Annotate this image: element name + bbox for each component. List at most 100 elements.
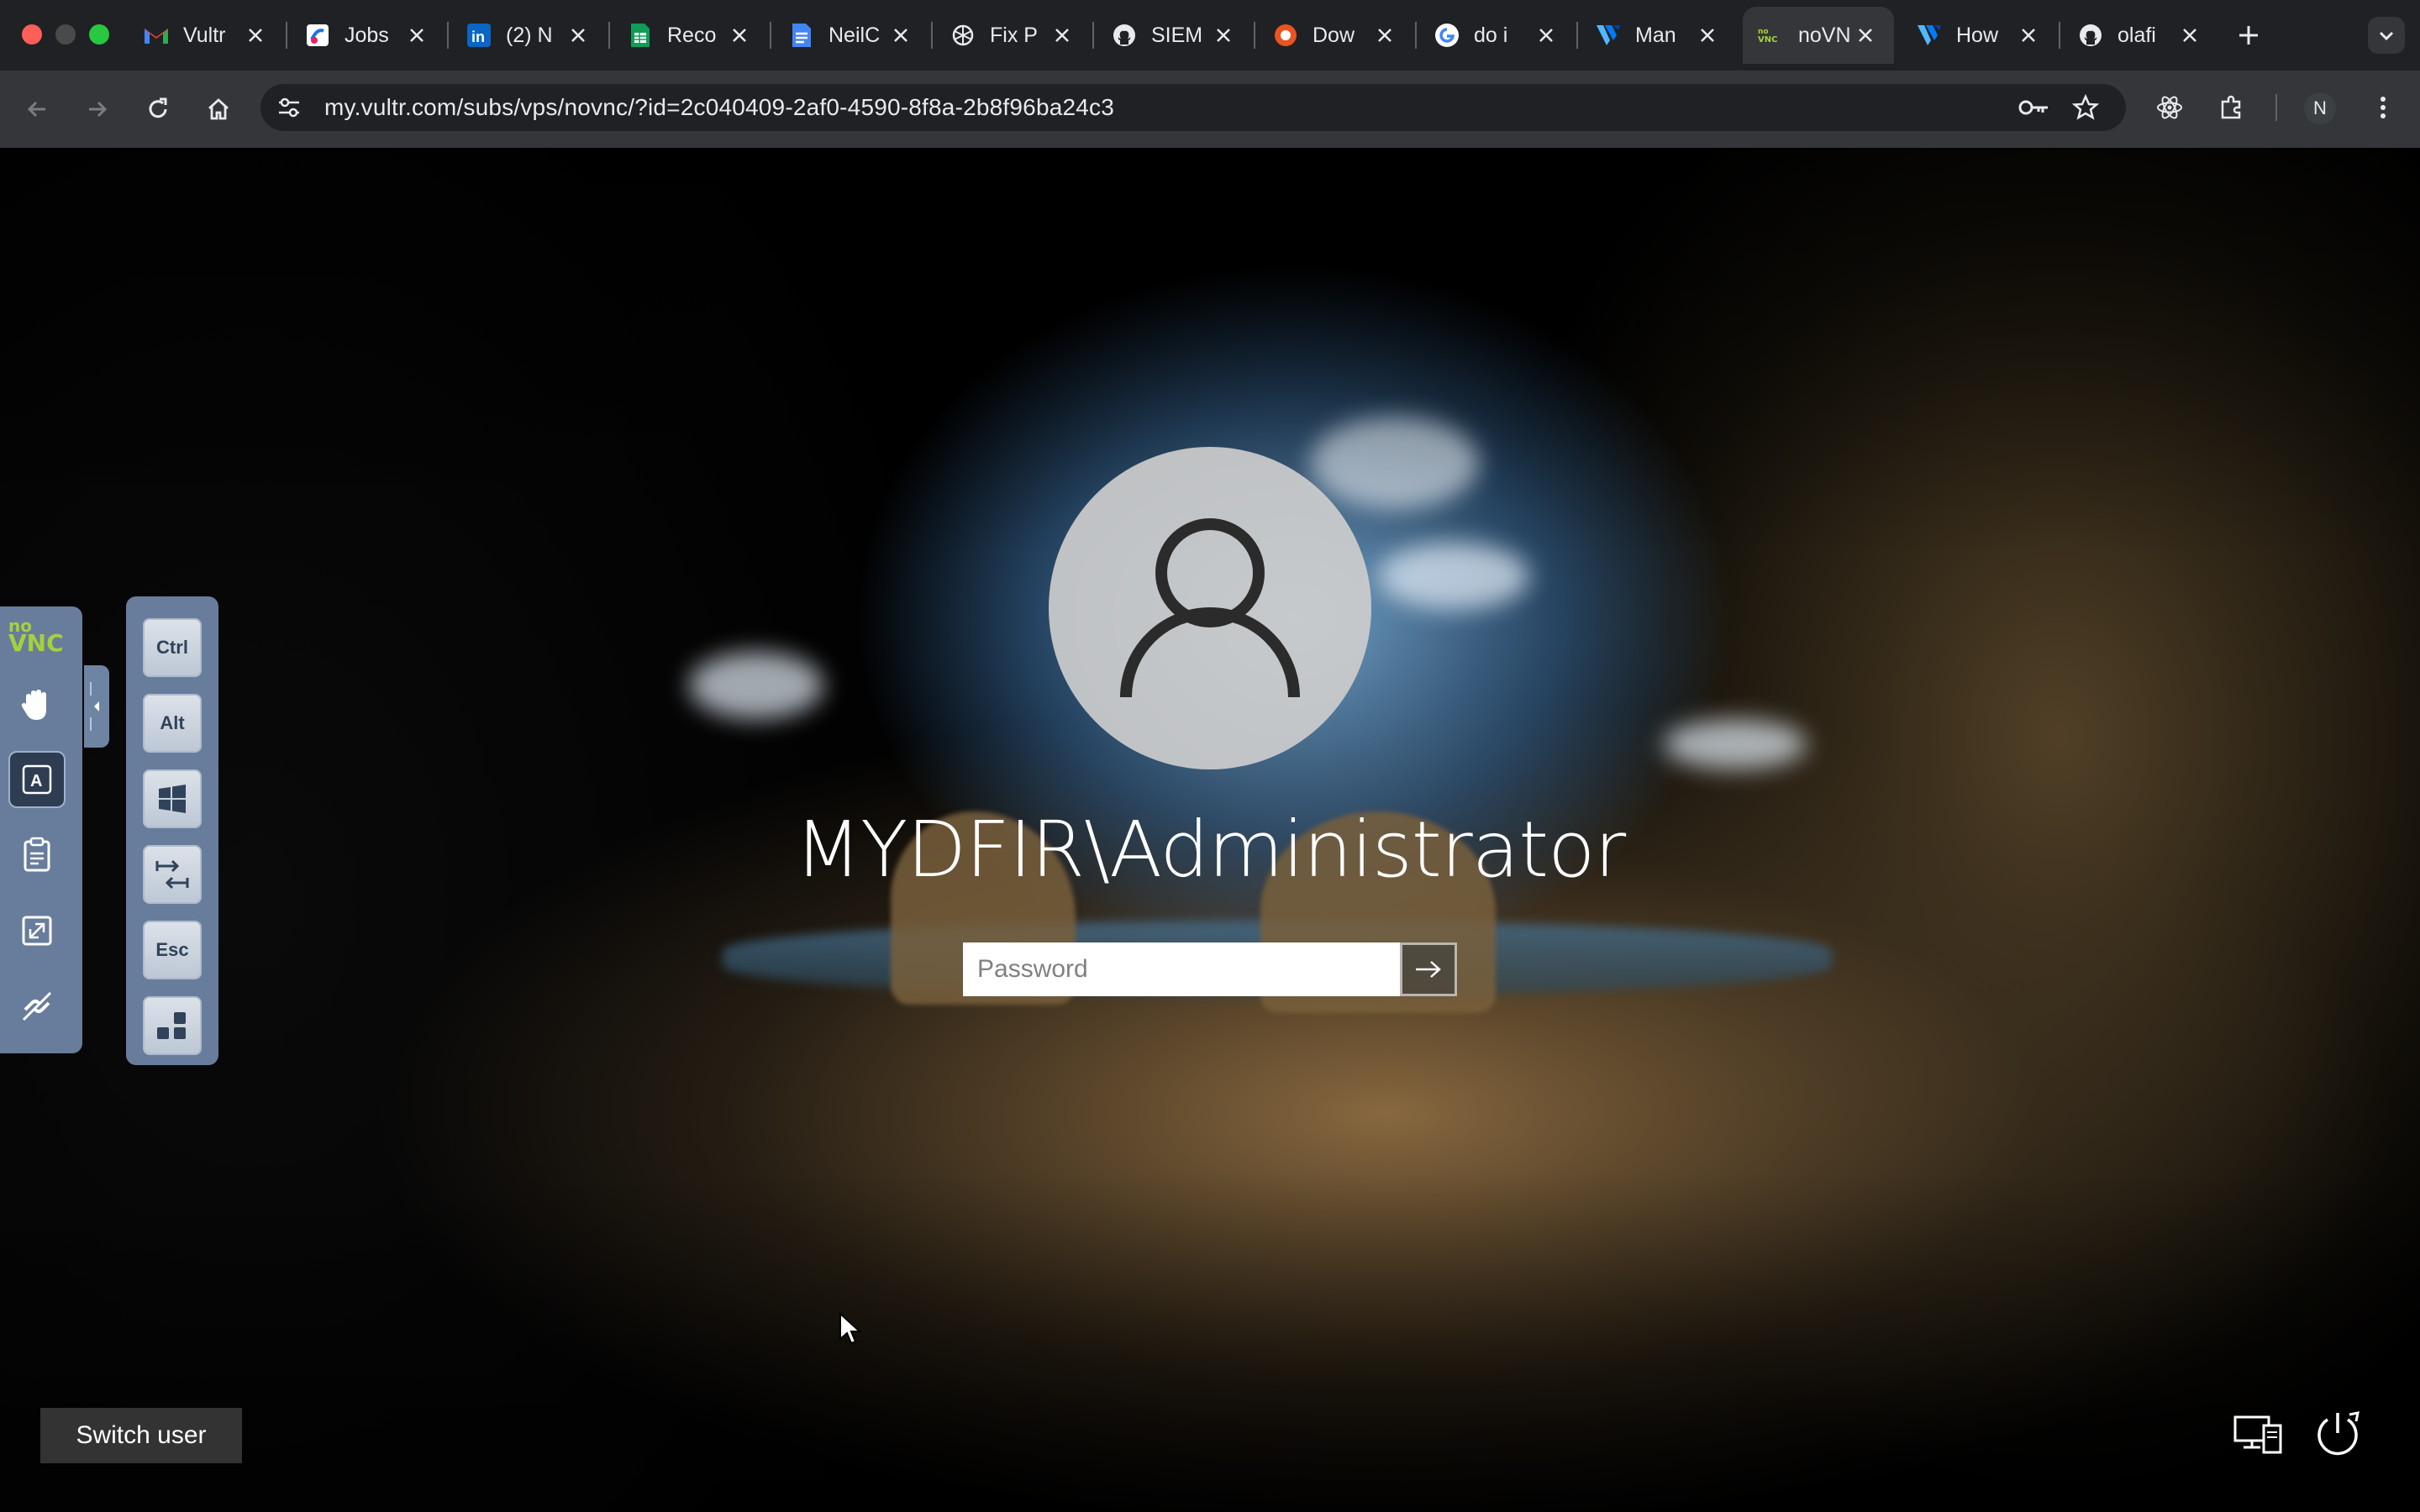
power-button[interactable] — [2311, 1408, 2365, 1462]
tab-chatgpt[interactable]: Fix P — [934, 7, 1091, 64]
login-username: MYDFIR\Administrator — [794, 805, 1627, 895]
forward-button[interactable] — [77, 89, 118, 129]
browser-menu-button[interactable] — [2365, 89, 2402, 126]
tune-icon — [279, 97, 299, 118]
close-tab-icon[interactable] — [1697, 25, 1718, 45]
tab-github-siem[interactable]: SIEM — [1096, 7, 1252, 64]
close-tab-icon[interactable] — [1536, 25, 1556, 45]
user-avatar — [1049, 447, 1371, 769]
tab-vultr-manage[interactable]: Man — [1580, 7, 1736, 64]
tab-github-olafi[interactable]: olafi — [2062, 7, 2218, 64]
disconnect-icon — [22, 991, 52, 1021]
power-icon — [2317, 1411, 2360, 1456]
drag-viewport-button[interactable] — [8, 677, 66, 734]
home-icon — [208, 98, 229, 120]
hand-icon — [21, 690, 46, 720]
tab-docs[interactable]: NeilC — [773, 7, 929, 64]
disconnect-button[interactable] — [8, 978, 66, 1035]
close-window-button[interactable] — [22, 24, 42, 45]
more-vert-icon — [2381, 97, 2386, 118]
tab-icon — [155, 859, 189, 890]
bookmark-button[interactable] — [2067, 89, 2104, 126]
close-tab-icon[interactable] — [1052, 25, 1072, 45]
password-key-button[interactable] — [2013, 89, 2054, 126]
minimize-window-button[interactable] — [55, 24, 76, 45]
close-tab-icon[interactable] — [1213, 25, 1234, 45]
tab-title: Jobs — [345, 23, 389, 47]
docs-icon — [788, 22, 815, 49]
star-icon — [2072, 94, 2099, 120]
github-icon — [2077, 22, 2104, 49]
google-icon — [1434, 22, 1460, 49]
windows-icon — [159, 785, 186, 813]
network-icon — [2233, 1415, 2282, 1454]
tab-key-button[interactable] — [143, 845, 202, 904]
close-tab-icon[interactable] — [407, 25, 427, 45]
ctrl-alt-del-icon — [157, 1012, 186, 1039]
maximize-window-button[interactable] — [89, 24, 109, 45]
url-text[interactable]: my.vultr.com/subs/vps/novnc/?id=2c040409… — [324, 94, 1114, 121]
tab-title: (2) N — [506, 23, 553, 47]
site-info-button[interactable] — [271, 91, 308, 124]
close-tab-icon[interactable] — [1375, 25, 1395, 45]
keyboard-a-icon: A — [22, 764, 52, 795]
profile-initial: N — [2313, 97, 2327, 118]
tab-jobs[interactable]: Jobs — [289, 7, 445, 64]
password-field[interactable] — [963, 942, 1400, 996]
close-tab-icon[interactable] — [245, 25, 266, 45]
arrow-right-icon — [89, 101, 108, 118]
tab-strip: Vultr Jobs in (2) N Reco NeilC Fix P SIE… — [0, 0, 2420, 71]
tab-title: do i — [1474, 23, 1508, 47]
tab-title: olafi — [2118, 23, 2156, 47]
submit-password-button[interactable] — [1400, 942, 1457, 996]
tab-sheets[interactable]: Reco — [612, 7, 768, 64]
show-keyboard-button[interactable]: A — [8, 751, 66, 808]
reload-icon — [149, 97, 167, 118]
esc-key-button[interactable]: Esc — [143, 921, 202, 979]
tab-vultr-howto[interactable]: How — [1901, 7, 2057, 64]
switch-user-button[interactable]: Switch user — [40, 1408, 242, 1463]
tab-download[interactable]: Dow — [1257, 7, 1413, 64]
ctrl-alt-del-button[interactable] — [143, 996, 202, 1055]
ctrl-key-button[interactable]: Ctrl — [143, 618, 202, 677]
control-bar-handle[interactable] — [84, 665, 109, 748]
key-icon — [2018, 100, 2048, 115]
profile-avatar[interactable]: N — [2304, 92, 2336, 124]
chevron-left-icon — [90, 682, 99, 731]
tab-gmail[interactable]: Vultr — [128, 7, 284, 64]
tab-title: SIEM — [1151, 23, 1203, 47]
tab-novnc[interactable]: no VNC noVN — [1743, 7, 1894, 64]
close-tab-icon[interactable] — [2180, 25, 2200, 45]
vultr-icon — [1595, 22, 1622, 49]
tab-google-search[interactable]: do i — [1418, 7, 1575, 64]
alt-key-button[interactable]: Alt — [143, 694, 202, 753]
close-tab-icon[interactable] — [568, 25, 588, 45]
mouse-cursor-icon — [839, 1311, 862, 1350]
download-site-icon — [1272, 22, 1299, 49]
home-button[interactable] — [198, 89, 239, 129]
tab-linkedin[interactable]: in (2) N — [450, 7, 607, 64]
close-tab-icon[interactable] — [729, 25, 750, 45]
puzzle-icon — [2221, 95, 2241, 119]
windows-key-button[interactable] — [143, 769, 202, 828]
tab-title: Vultr — [183, 23, 226, 47]
close-tab-icon[interactable] — [2018, 25, 2039, 45]
fullscreen-button[interactable] — [8, 902, 66, 959]
svg-text:A: A — [30, 772, 42, 790]
reload-button[interactable] — [138, 89, 178, 129]
back-button[interactable] — [17, 89, 57, 129]
close-tab-icon[interactable] — [1855, 25, 1876, 45]
extensions-button[interactable] — [2213, 89, 2250, 126]
arrow-left-icon — [27, 101, 45, 118]
clipboard-button[interactable] — [8, 827, 66, 884]
close-tab-icon[interactable] — [891, 25, 911, 45]
novnc-logo-vnc: VNC — [8, 629, 64, 657]
react-devtools-extension[interactable] — [2151, 89, 2188, 126]
vultr-icon — [1916, 22, 1943, 49]
tab-search-button[interactable] — [2368, 17, 2405, 54]
jobs-icon — [304, 22, 331, 49]
novnc-icon: no VNC — [1758, 22, 1785, 49]
network-button[interactable] — [2232, 1408, 2286, 1462]
new-tab-button[interactable] — [2230, 17, 2267, 54]
tab-title: NeilC — [829, 23, 881, 47]
